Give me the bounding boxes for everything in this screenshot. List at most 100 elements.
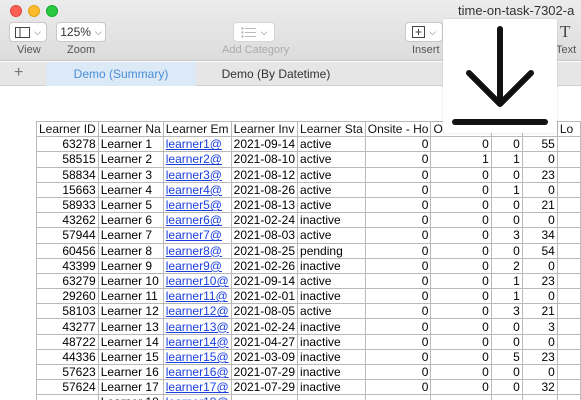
column-header[interactable]: Onsite - Ho	[364, 120, 432, 138]
minutes-cell[interactable]	[521, 394, 558, 400]
onsite-hours-cell[interactable]: 0	[364, 379, 432, 396]
last-cell[interactable]	[556, 257, 581, 274]
onsite-minutes-cell[interactable]: 0	[430, 227, 492, 244]
email-link[interactable]: learner12@	[166, 305, 229, 318]
learner-name-cell[interactable]: Learner 6	[97, 212, 164, 229]
onsite-minutes-cell[interactable]: 0	[430, 318, 492, 335]
value-cell[interactable]: 0	[490, 196, 523, 214]
learner-invite-date-cell[interactable]: 2021-08-26	[230, 181, 299, 198]
zoom-window-button[interactable]	[46, 5, 58, 17]
minutes-cell[interactable]: 0	[521, 257, 558, 274]
learner-status-cell[interactable]: inactive	[297, 348, 366, 366]
last-cell[interactable]	[556, 394, 581, 400]
last-cell[interactable]	[556, 181, 581, 198]
learner-invite-date-cell[interactable]: 2021-07-29	[230, 379, 299, 396]
learner-name-cell[interactable]: Learner 7	[97, 227, 164, 244]
learner-email-cell[interactable]: learner12@	[162, 303, 232, 320]
onsite-minutes-cell[interactable]: 0	[430, 166, 492, 183]
learner-status-cell[interactable]: active	[297, 303, 366, 320]
learner-id-cell[interactable]: 63278	[36, 136, 99, 153]
value-cell[interactable]: 0	[490, 363, 523, 381]
last-cell[interactable]	[556, 318, 581, 335]
onsite-hours-cell[interactable]: 0	[364, 272, 432, 290]
learner-name-cell[interactable]: Learner 2	[97, 151, 164, 168]
onsite-minutes-cell[interactable]: 0	[430, 181, 492, 198]
learner-status-cell[interactable]: active	[297, 181, 366, 198]
learner-invite-date-cell[interactable]: 2021-02-26	[230, 257, 299, 274]
minutes-cell[interactable]: 32	[521, 379, 558, 396]
learner-email-cell[interactable]: learner16@	[162, 363, 232, 381]
learner-status-cell[interactable]: inactive	[297, 212, 366, 229]
learner-name-cell[interactable]: Learner 3	[97, 166, 164, 183]
learner-status-cell[interactable]: inactive	[297, 257, 366, 274]
email-link[interactable]: learner10@	[166, 274, 229, 287]
learner-invite-date-cell[interactable]: 2021-02-01	[230, 288, 299, 305]
minutes-cell[interactable]: 21	[521, 196, 558, 214]
learner-status-cell[interactable]	[297, 394, 366, 400]
learner-invite-date-cell[interactable]: 2021-09-14	[230, 136, 299, 153]
onsite-hours-cell[interactable]: 0	[364, 363, 432, 381]
learner-name-cell[interactable]: Learner 11	[97, 288, 164, 305]
email-link[interactable]: learner7@	[166, 229, 222, 242]
onsite-hours-cell[interactable]: 0	[364, 227, 432, 244]
email-link[interactable]: learner15@	[166, 350, 229, 363]
onsite-minutes-cell[interactable]: 0	[430, 196, 492, 214]
learner-invite-date-cell[interactable]: 2021-08-13	[230, 196, 299, 214]
learner-email-cell[interactable]: learner3@	[162, 166, 232, 183]
download-overlay[interactable]	[443, 19, 557, 133]
last-cell[interactable]	[556, 288, 581, 305]
onsite-hours-cell[interactable]: 0	[364, 348, 432, 366]
value-cell[interactable]: 0	[490, 242, 523, 259]
email-link[interactable]: learner14@	[166, 335, 229, 348]
learner-status-cell[interactable]: pending	[297, 242, 366, 259]
learner-invite-date-cell[interactable]: 2021-08-12	[230, 166, 299, 183]
learner-id-cell[interactable]: 29260	[36, 288, 99, 305]
learner-name-cell[interactable]: Learner 9	[97, 257, 164, 274]
tab-demo-summary[interactable]: Demo (Summary)	[46, 62, 196, 86]
column-header[interactable]: Learner Sta	[297, 120, 366, 138]
onsite-minutes-cell[interactable]: 0	[430, 303, 492, 320]
email-link[interactable]: learner1@	[166, 138, 222, 151]
column-header[interactable]: Learner Inv	[230, 120, 299, 138]
zoom-select[interactable]: 125% ⌵	[56, 22, 106, 42]
last-cell[interactable]	[556, 227, 581, 244]
learner-id-cell[interactable]: 58834	[36, 166, 99, 183]
learner-id-cell[interactable]: 44336	[36, 348, 99, 366]
close-window-button[interactable]	[10, 5, 22, 17]
minutes-cell[interactable]: 54	[521, 242, 558, 259]
minutes-cell[interactable]: 23	[521, 166, 558, 183]
onsite-hours-cell[interactable]: 0	[364, 136, 432, 153]
minutes-cell[interactable]: 23	[521, 348, 558, 366]
learner-id-cell[interactable]: 43277	[36, 318, 99, 335]
last-cell[interactable]	[556, 212, 581, 229]
onsite-minutes-cell[interactable]: 0	[430, 379, 492, 396]
minimize-window-button[interactable]	[28, 5, 40, 17]
last-cell[interactable]	[556, 333, 581, 350]
learner-email-cell[interactable]: learner5@	[162, 196, 232, 214]
value-cell[interactable]: 0	[490, 379, 523, 396]
minutes-cell[interactable]: 3	[521, 318, 558, 335]
learner-email-cell[interactable]: learner13@	[162, 318, 232, 335]
onsite-minutes-cell[interactable]: 0	[430, 272, 492, 290]
learner-email-cell[interactable]: learner1@	[162, 136, 232, 153]
last-cell[interactable]	[556, 303, 581, 320]
learner-email-cell[interactable]: learner15@	[162, 348, 232, 366]
minutes-cell[interactable]: 55	[521, 136, 558, 153]
learner-invite-date-cell[interactable]: 2021-08-10	[230, 151, 299, 168]
column-header[interactable]: Learner Em	[162, 120, 232, 138]
onsite-hours-cell[interactable]: 0	[364, 181, 432, 198]
email-link[interactable]: learner6@	[166, 214, 222, 227]
learner-status-cell[interactable]: active	[297, 196, 366, 214]
onsite-minutes-cell[interactable]: 0	[430, 363, 492, 381]
learner-invite-date-cell[interactable]: 2021-08-05	[230, 303, 299, 320]
onsite-minutes-cell[interactable]: 0	[430, 348, 492, 366]
learner-name-cell[interactable]: Learner 15	[97, 348, 164, 366]
column-header[interactable]: Learner Na	[97, 120, 164, 138]
learner-id-cell[interactable]: 43399	[36, 257, 99, 274]
learner-name-cell[interactable]: Learner 18	[97, 394, 164, 400]
learner-status-cell[interactable]: inactive	[297, 288, 366, 305]
value-cell[interactable]: 0	[490, 166, 523, 183]
email-link[interactable]: learner9@	[166, 259, 222, 272]
last-cell[interactable]	[556, 363, 581, 381]
learner-status-cell[interactable]: inactive	[297, 318, 366, 335]
